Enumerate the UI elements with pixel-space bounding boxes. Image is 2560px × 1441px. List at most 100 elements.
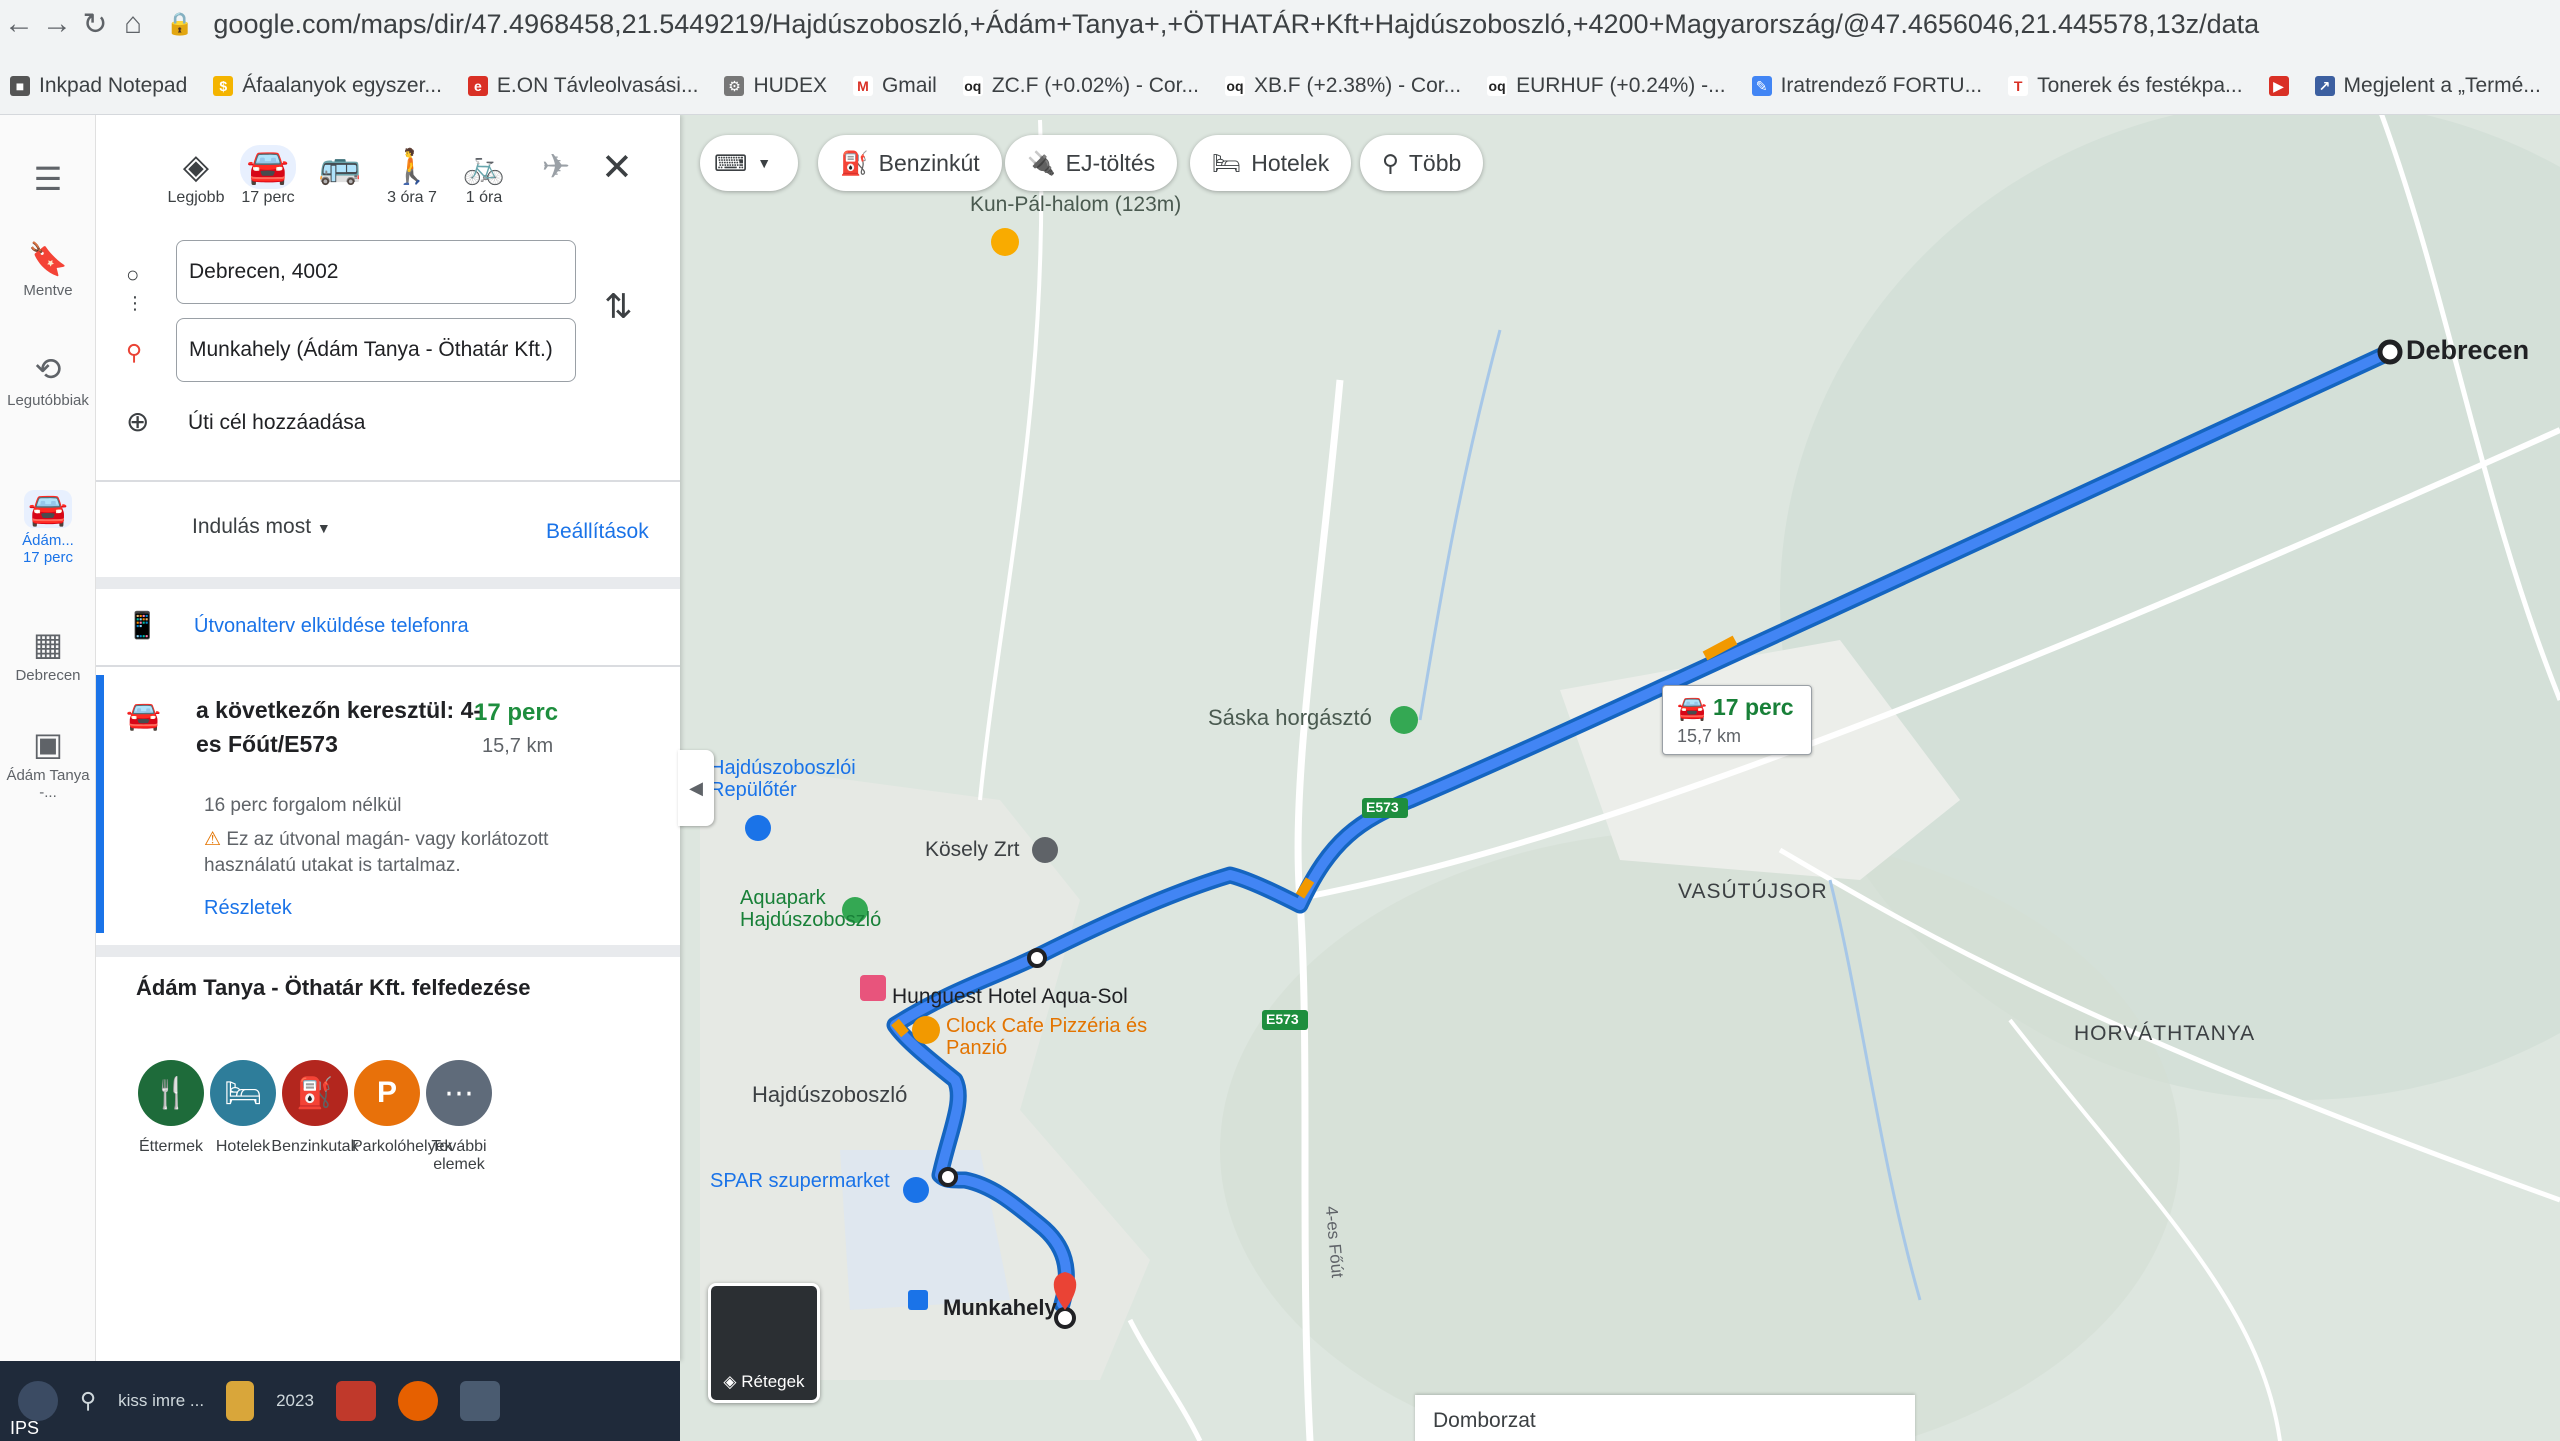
cafe-poi-icon[interactable] <box>912 1016 940 1044</box>
collapse-panel-button[interactable]: ◀ <box>678 750 714 826</box>
chip-label: Több <box>1408 149 1462 176</box>
chip-label: Benzinkút <box>878 149 980 176</box>
start-icon[interactable] <box>18 1381 58 1421</box>
route-time-callout[interactable]: 🚘 17 perc 15,7 km <box>1662 685 1812 755</box>
mode-flight[interactable]: ✈ <box>516 145 596 189</box>
settings-link[interactable]: Beállítások <box>546 520 649 544</box>
mode-walk[interactable]: 🚶 3 óra 7 <box>372 145 452 207</box>
bookmark-item[interactable]: ⚙ HUDEX <box>724 74 827 98</box>
airport-poi-icon[interactable] <box>745 815 771 841</box>
close-icon[interactable]: ✕ <box>601 145 633 190</box>
e573-label: E573 <box>1266 1011 1299 1027</box>
bookmark-item[interactable]: oq ZC.F (+0.02%) - Cor... <box>962 74 1199 98</box>
taskbar-search[interactable]: kiss imre ... <box>118 1391 204 1411</box>
bookmark-item[interactable]: oq XB.F (+2.38%) - Cor... <box>1224 74 1462 98</box>
layers-button[interactable]: ◈ Rétegek <box>708 1283 820 1403</box>
rail-recent[interactable]: ⟲ Legutóbbiak <box>0 350 96 409</box>
bookmark-item[interactable]: e E.ON Távleolvasási... <box>467 74 699 98</box>
home-icon[interactable]: ⌂ <box>114 4 152 44</box>
add-circle-icon[interactable]: ⊕ <box>126 405 149 438</box>
chip-more[interactable]: ⚲ Több <box>1360 135 1484 191</box>
poi-star-icon[interactable] <box>991 228 1019 256</box>
depart-now-dropdown[interactable]: Indulás most ▼ <box>192 515 331 539</box>
bookmark-item[interactable]: ■ Inkpad Notepad <box>10 74 187 98</box>
rail-label: Legutóbbiak <box>7 392 89 409</box>
route-traffic-note: 16 perc forgalom nélkül <box>204 795 402 816</box>
poi-label-repuloter: Hajdúszoboszlói Repülőtér <box>710 757 856 801</box>
route-option-card[interactable]: 🚘 a következőn keresztül: 4-es Főút/E573… <box>96 675 680 933</box>
search-icon[interactable]: ⚲ <box>80 1388 96 1414</box>
rail-saved[interactable]: 🔖 Mentve <box>0 240 96 299</box>
company-poi-icon[interactable] <box>1032 837 1058 863</box>
rail-debrecen[interactable]: ▦ Debrecen <box>0 625 96 684</box>
bus-stop-icon[interactable] <box>908 1290 928 1310</box>
terrain-label: Domborzat <box>1433 1409 1536 1432</box>
fishing-poi-icon[interactable] <box>1390 706 1418 734</box>
divider <box>96 480 680 482</box>
send-to-phone-link[interactable]: Útvonalterv elküldése telefonra <box>194 615 469 638</box>
terrain-toggle[interactable]: Domborzat <box>1415 1395 1915 1441</box>
travel-modes: ◈ Legjobb 🚘 17 perc 🚌 🚶 3 óra 7 🚲 1 óra ✈ <box>96 145 680 245</box>
lock-icon: 🔒 <box>166 11 194 36</box>
layers-icon: ◈ <box>723 1372 737 1391</box>
forward-icon[interactable]: → <box>38 4 76 44</box>
add-destination-link[interactable]: Úti cél hozzáadása <box>188 411 365 435</box>
e573-label: E573 <box>1366 799 1399 815</box>
callout-distance: 15,7 km <box>1677 726 1742 746</box>
poi-label-spar: SPAR szupermarket <box>710 1170 890 1192</box>
media-player-icon[interactable] <box>335 1381 376 1421</box>
destination-input[interactable]: Munkahely (Ádám Tanya - Öthatár Kft.) <box>176 318 576 382</box>
bookmark-item[interactable]: $ Áfaalanyok egyszer... <box>213 74 442 98</box>
rail-label: 17 perc <box>22 549 74 566</box>
depart-label: Indulás most <box>192 515 312 538</box>
mode-label: 1 óra <box>465 189 503 206</box>
menu-button[interactable]: ☰ <box>0 160 96 202</box>
bookmark-label: Áfaalanyok egyszer... <box>242 74 442 97</box>
bookmark-item[interactable]: ↗ Megjelent a „Termé... <box>2314 74 2541 98</box>
warning-icon: ⚠ <box>204 829 222 850</box>
bookmark-item[interactable]: T Tonerek és festékpa... <box>2008 74 2243 98</box>
layers-label: Rétegek <box>741 1372 805 1391</box>
origin-marker[interactable] <box>2377 339 2403 365</box>
hotel-poi-icon[interactable] <box>860 975 886 1001</box>
mode-best[interactable]: ◈ Legjobb <box>156 145 236 207</box>
bookmark-label: XB.F (+2.38%) - Cor... <box>1253 74 1462 97</box>
window-icon[interactable] <box>459 1381 500 1421</box>
place-thumbnail-icon: ▦ <box>32 626 64 662</box>
taskbar-ips: IPS <box>10 1418 40 1438</box>
bookmark-item[interactable]: ▶ <box>2268 76 2289 96</box>
rail-adam-tanya[interactable]: ▣ Ádám Tanya -... <box>0 725 96 801</box>
origin-input[interactable]: Debrecen, 4002 <box>176 240 576 304</box>
url-field[interactable]: google.com/maps/dir/47.4968458,21.544921… <box>213 9 2513 40</box>
rail-label: Ádám... <box>22 532 74 549</box>
route-duration: 17 perc <box>474 699 559 726</box>
rail-current-route[interactable]: 🚘 Ádám... 17 perc <box>0 490 96 566</box>
details-link[interactable]: Részletek <box>204 897 292 920</box>
divider <box>96 665 680 667</box>
firefox-icon[interactable] <box>397 1381 438 1421</box>
poi-label-kunpal: Kun-Pál-halom (123m) <box>970 193 1182 216</box>
bookmark-label: E.ON Távleolvasási... <box>496 74 699 97</box>
chip-gas-stations[interactable]: ⛽ Benzinkút <box>818 135 1002 191</box>
chip-hotels[interactable]: 🛏 Hotelek <box>1190 135 1352 191</box>
keyboard-chip[interactable]: ⌨ ▼ <box>700 135 798 191</box>
mode-transit[interactable]: 🚌 <box>300 145 380 189</box>
chip-ev-charging[interactable]: 🔌 EJ-töltés <box>1005 135 1178 191</box>
explore-heading: Ádám Tanya - Öthatár Kft. felfedezése <box>136 975 531 1000</box>
explore-more[interactable]: ⋯ További elemek <box>404 1060 514 1174</box>
folder-icon[interactable] <box>226 1381 255 1421</box>
poi-label-saska: Sáska horgásztó <box>1208 705 1372 730</box>
back-icon[interactable]: ← <box>0 4 38 44</box>
mode-car[interactable]: 🚘 17 perc <box>228 145 308 207</box>
bookmark-label: EURHUF (+0.24%) -... <box>1516 74 1726 97</box>
mode-bike[interactable]: 🚲 1 óra <box>444 145 524 207</box>
bookmark-label: ZC.F (+0.02%) - Cor... <box>991 74 1199 97</box>
bookmark-item[interactable]: M Gmail <box>852 74 937 98</box>
bookmark-item[interactable]: oq EURHUF (+0.24%) -... <box>1487 74 1726 98</box>
reload-icon[interactable]: ↻ <box>76 4 114 44</box>
history-icon: ⟲ <box>34 351 62 387</box>
bookmark-item[interactable]: ✎ Iratrendező FORTU... <box>1751 74 1982 98</box>
swap-icon[interactable]: ⇅ <box>604 287 633 327</box>
spar-poi-icon[interactable] <box>903 1177 929 1203</box>
search-icon: ⚲ <box>1382 149 1399 176</box>
